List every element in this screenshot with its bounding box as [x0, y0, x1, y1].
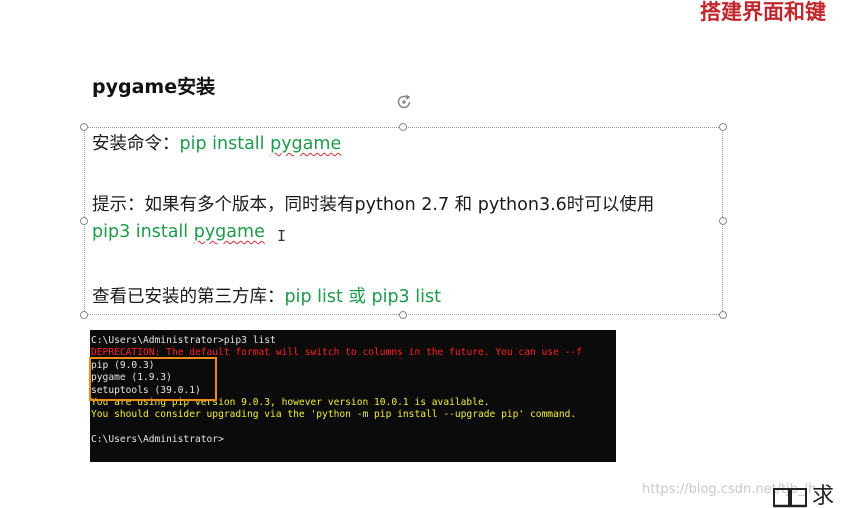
terminal-line: C:\Users\Administrator>pip3 list — [91, 335, 276, 346]
install-label: 安装命令： — [92, 134, 180, 154]
header-title: 搭建界面和键 — [700, 0, 826, 24]
footer-label: 求 — [772, 478, 834, 508]
terminal-line: C:\Users\Administrator> — [91, 434, 224, 446]
pip3-command-package: pygame — [193, 222, 265, 242]
terminal-line: You should consider upgrading via the 'p… — [91, 409, 577, 421]
footer-text: 求 — [812, 484, 835, 508]
tip-line[interactable]: 提示：如果有多个版本，同时装有python 2.7 和 python3.6时可以… — [92, 191, 654, 216]
resize-handle-top[interactable] — [399, 123, 407, 131]
resize-handle-bottom-left[interactable] — [80, 311, 88, 319]
resize-handle-right[interactable] — [719, 217, 727, 225]
pip3-command: pip3 install — [92, 222, 194, 242]
pip3-command-line[interactable]: pip3 install pygame — [92, 222, 265, 242]
resize-handle-left[interactable] — [80, 217, 88, 225]
rotate-icon[interactable] — [394, 92, 414, 112]
install-command: pip install — [179, 134, 271, 154]
book-icon — [773, 488, 807, 508]
text-cursor-icon: I — [277, 227, 287, 245]
list-command-line[interactable]: 查看已安装的第三方库：pip list 或 pip3 list — [92, 283, 441, 308]
slide-heading: pygame安装 — [92, 76, 216, 98]
list-command: pip list 或 pip3 list — [284, 287, 441, 307]
resize-handle-top-left[interactable] — [80, 123, 88, 131]
list-label: 查看已安装的第三方库： — [92, 287, 285, 307]
resize-handle-top-right[interactable] — [719, 123, 727, 131]
resize-handle-bottom[interactable] — [399, 311, 407, 319]
resize-handle-bottom-right[interactable] — [719, 311, 727, 319]
install-command-package: pygame — [270, 134, 342, 154]
install-command-line[interactable]: 安装命令：pip install pygame — [92, 130, 341, 155]
package-highlight-box — [89, 357, 217, 401]
